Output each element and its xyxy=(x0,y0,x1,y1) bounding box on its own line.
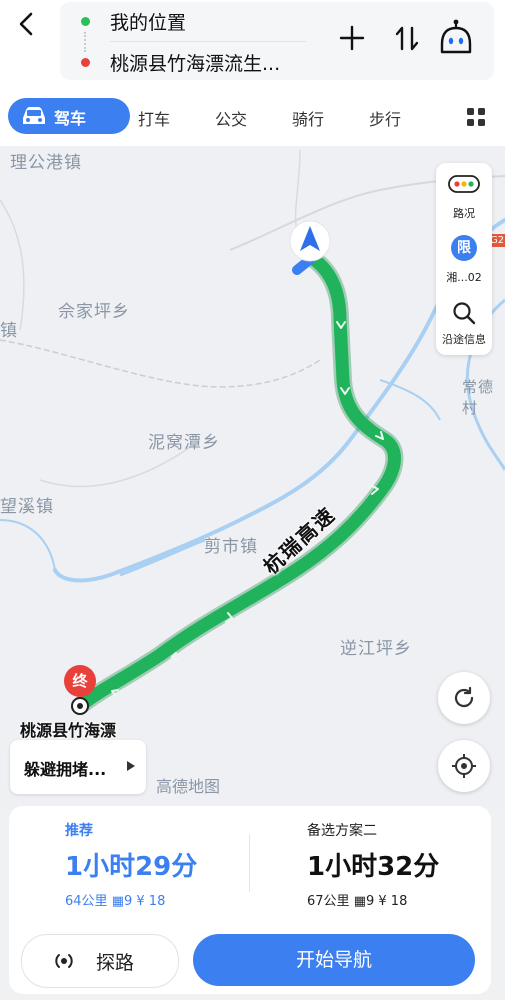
restrict-label: 湘...02 xyxy=(446,271,482,284)
along-label: 沿途信息 xyxy=(442,333,486,346)
place-label: 佘家坪乡 xyxy=(58,302,130,322)
restriction-button[interactable]: 限 湘...02 xyxy=(436,229,492,289)
explore-button[interactable]: 探路 xyxy=(21,934,179,988)
map-view[interactable]: 理公港镇 佘家坪乡 泥窝潭乡 望溪镇 剪市镇 逆江坪乡 常德村 镇 G2 杭瑞高… xyxy=(0,146,505,806)
back-icon[interactable] xyxy=(10,8,44,42)
route-options-card: 推荐 1小时29分 64公里 ▦9 ¥ 18 备选方案二 1小时32分 67公里… xyxy=(9,806,491,994)
route-lights: 9 xyxy=(365,894,375,909)
destination-marker: 终 xyxy=(64,665,96,697)
place-label: 望溪镇 xyxy=(0,497,54,517)
place-label: 泥窝潭乡 xyxy=(148,433,220,453)
place-label: 逆江坪乡 xyxy=(340,639,412,659)
route-cost: ¥ 18 xyxy=(378,894,408,909)
signal-icon xyxy=(55,954,73,968)
route-option-recommended[interactable]: 推荐 1小时29分 64公里 ▦9 ¥ 18 xyxy=(9,806,249,926)
tab-bike[interactable]: 骑行 xyxy=(292,106,324,130)
tab-bus[interactable]: 公交 xyxy=(215,106,247,130)
avoid-congestion-button[interactable]: 躲避拥堵... xyxy=(10,740,146,794)
tab-taxi[interactable]: 打车 xyxy=(138,106,170,130)
more-grid-icon[interactable] xyxy=(466,107,486,127)
tab-walk[interactable]: 步行 xyxy=(369,106,401,130)
map-side-panel: 路况 限 湘...02 沿途信息 xyxy=(436,163,492,355)
traffic-label: 路况 xyxy=(453,207,475,220)
refresh-button[interactable] xyxy=(438,672,490,724)
destination-dot-icon xyxy=(81,58,90,67)
route-distance: 64公里 xyxy=(65,894,108,909)
map-canvas xyxy=(0,149,505,715)
origin-field[interactable]: 我的位置 xyxy=(110,8,300,35)
route-meta: 64公里 ▦9 ¥ 18 xyxy=(65,890,165,909)
traffic-button[interactable]: 路况 xyxy=(436,163,492,225)
route-input-box: 我的位置 桃源县竹海漂流生... xyxy=(60,2,494,80)
assistant-bot-icon[interactable] xyxy=(436,18,476,58)
place-label: 常德村 xyxy=(462,378,495,417)
origin-dot-icon xyxy=(81,17,90,26)
explore-label: 探路 xyxy=(96,952,135,974)
route-time: 1小时32分 xyxy=(307,852,440,882)
avoid-label: 躲避拥堵... xyxy=(24,760,107,779)
add-waypoint-button[interactable] xyxy=(338,24,366,52)
swap-route-button[interactable] xyxy=(393,24,421,52)
locate-icon xyxy=(452,754,476,778)
place-label: 剪市镇 xyxy=(204,537,258,557)
tab-drive-label: 驾车 xyxy=(54,109,87,128)
caret-right-icon xyxy=(127,761,135,771)
route-option-alt[interactable]: 备选方案二 1小时32分 67公里 ▦9 ¥ 18 xyxy=(259,806,491,926)
car-icon xyxy=(23,107,45,124)
route-tag: 推荐 xyxy=(65,823,93,839)
start-label: 开始导航 xyxy=(295,949,372,971)
along-route-button[interactable]: 沿途信息 xyxy=(436,293,492,355)
route-time: 1小时29分 xyxy=(65,852,198,882)
start-navigation-button[interactable]: 开始导航 xyxy=(193,934,475,986)
search-icon xyxy=(453,302,476,325)
route-lights: 9 xyxy=(123,894,133,909)
route-dots-icon xyxy=(84,32,88,52)
route-tag: 备选方案二 xyxy=(307,823,377,839)
transport-tabs: 驾车 打车 公交 骑行 步行 xyxy=(0,88,505,146)
route-divider xyxy=(249,834,250,892)
route-cost: ¥ 18 xyxy=(136,894,166,909)
locate-button[interactable] xyxy=(438,740,490,792)
divider xyxy=(110,41,306,42)
refresh-icon xyxy=(454,686,474,708)
map-watermark: 高德地图 xyxy=(156,777,221,796)
place-label: 理公港镇 xyxy=(10,153,82,173)
traffic-light-small-icon: ▦ xyxy=(353,894,366,909)
tab-drive[interactable]: 驾车 xyxy=(8,98,130,134)
restrict-badge-text: 限 xyxy=(457,240,471,256)
traffic-light-icon xyxy=(448,175,480,193)
traffic-light-small-icon: ▦ xyxy=(111,894,124,909)
route-distance: 67公里 xyxy=(307,894,350,909)
destination-map-label: 桃源县竹海漂 xyxy=(20,721,117,740)
route-meta: 67公里 ▦9 ¥ 18 xyxy=(307,890,407,909)
destination-field[interactable]: 桃源县竹海漂流生... xyxy=(110,49,320,76)
place-label: 镇 xyxy=(0,321,18,341)
destination-marker-label: 终 xyxy=(72,672,88,690)
restrict-badge: 限 xyxy=(451,235,477,261)
